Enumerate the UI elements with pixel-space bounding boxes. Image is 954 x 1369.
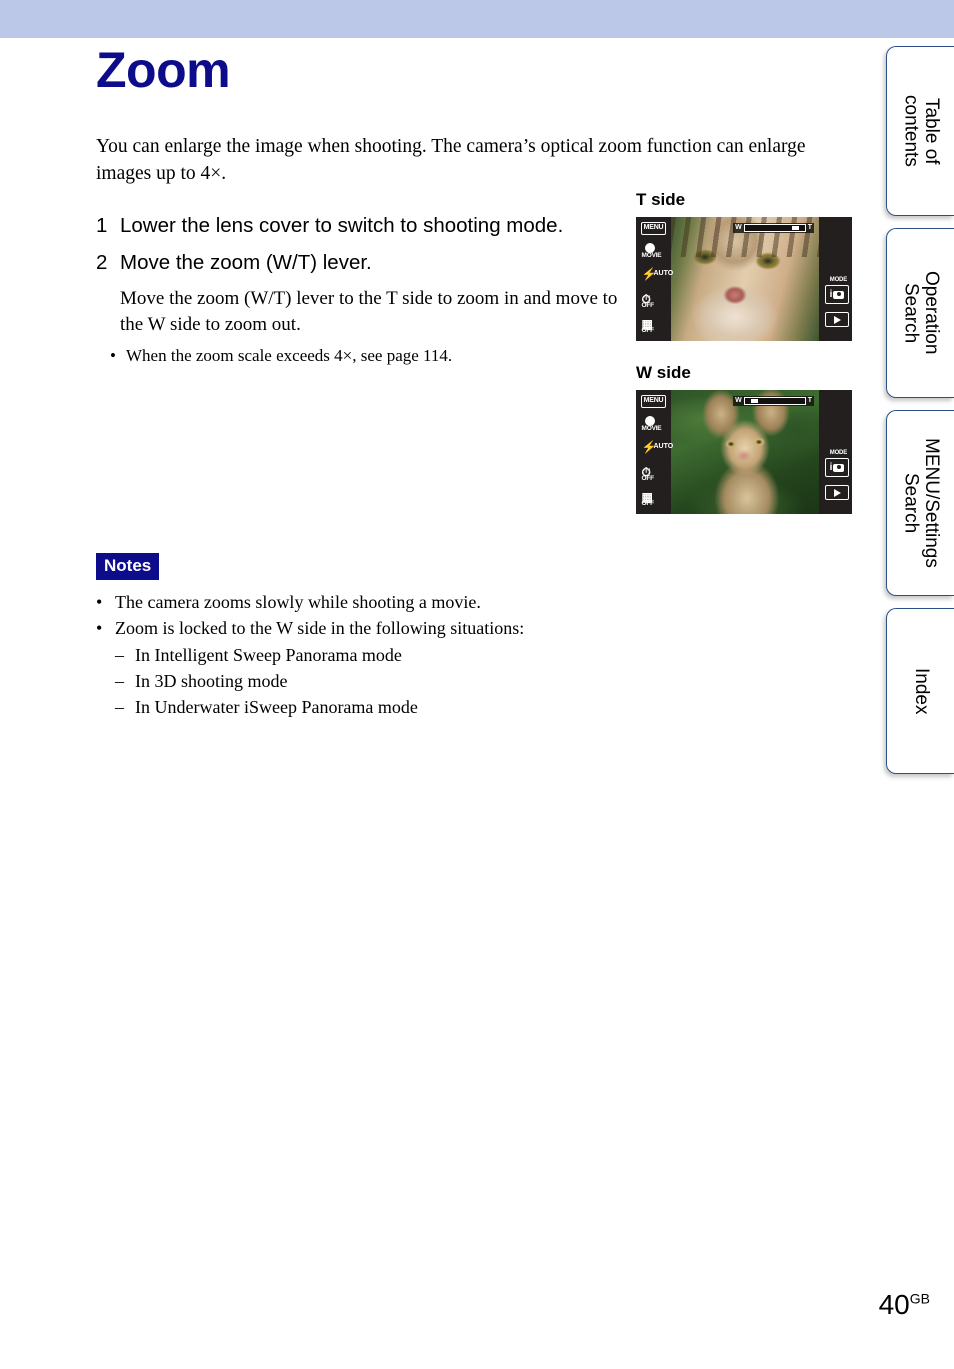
zoom-bar-w-label: W — [735, 397, 742, 404]
step-heading: Lower the lens cover to switch to shooti… — [120, 213, 564, 237]
flash-icon[interactable]: ⚡ AUTO — [639, 268, 674, 285]
zoom-bar-t-label: T — [807, 224, 812, 231]
camera-icon — [833, 290, 845, 299]
step-number: 2 — [96, 250, 108, 274]
menu-button[interactable]: MENU — [641, 222, 666, 235]
note-sub-item: – In Underwater iSweep Panorama mode — [115, 694, 716, 720]
page-number-value: 40 — [878, 1289, 910, 1320]
header-band — [0, 0, 954, 38]
playback-button[interactable] — [825, 485, 849, 500]
note-text: The camera zooms slowly while shooting a… — [115, 592, 481, 612]
screen-left-rail: MENU MOVIE ⚡ AUTO ⏱ OFF ▦ OFF — [636, 217, 674, 341]
mode-i-label: i — [829, 462, 833, 473]
step-heading: Move the zoom (W/T) lever. — [120, 250, 372, 274]
bullet-item: • When the zoom scale exceeds 4×, see pa… — [110, 344, 626, 368]
zoom-bar-knob[interactable] — [750, 399, 758, 403]
note-sub-item: – In 3D shooting mode — [115, 668, 716, 694]
page-number: 40GB — [879, 1289, 930, 1321]
note-sub-item: – In Intelligent Sweep Panorama mode — [115, 642, 716, 668]
screen-left-rail: MENU MOVIE ⚡ AUTO ⏱ OFF ▦ OFF — [636, 390, 674, 514]
camera-screen-t-side: MENU MOVIE ⚡ AUTO ⏱ OFF ▦ OFF W T MODE i — [636, 217, 852, 341]
camera-screen-w-side: MENU MOVIE ⚡ AUTO ⏱ OFF ▦ OFF W T MODE i — [636, 390, 852, 514]
note-sub-text: In 3D shooting mode — [135, 670, 288, 691]
note-sub-list: – In Intelligent Sweep Panorama mode – I… — [115, 642, 716, 721]
note-sub-text: In Underwater iSweep Panorama mode — [135, 697, 418, 718]
note-item: • Zoom is locked to the W side in the fo… — [96, 615, 716, 641]
intro-paragraph: You can enlarge the image when shooting.… — [96, 135, 806, 185]
dash-marker: – — [115, 697, 124, 718]
mode-button[interactable]: i — [825, 285, 849, 304]
burst-icon[interactable]: ▦ OFF — [639, 491, 669, 508]
play-triangle-icon — [833, 488, 841, 497]
flash-icon[interactable]: ⚡ AUTO — [639, 441, 674, 458]
zoom-bar-track[interactable] — [743, 397, 806, 405]
self-timer-label: OFF — [641, 302, 655, 309]
zoom-bar-t[interactable]: W T — [733, 223, 814, 233]
movie-icon[interactable]: MOVIE — [639, 416, 669, 433]
zoom-bar-track[interactable] — [743, 224, 806, 232]
play-triangle-icon — [833, 315, 841, 324]
figures-panel: T side MENU MOVIE ⚡ AUTO ⏱ OFF ▦ OFF W T… — [636, 190, 856, 514]
self-timer-icon[interactable]: ⏱ OFF — [639, 293, 669, 310]
menu-button[interactable]: MENU — [641, 395, 666, 408]
note-text: Zoom is locked to the W side in the foll… — [115, 618, 525, 639]
steps-list: 1 Lower the lens cover to switch to shoo… — [96, 214, 626, 368]
side-tab-rail: Table of contents Operation Search MENU/… — [886, 0, 954, 1369]
notes-section: Notes • The camera zooms slowly while sh… — [96, 553, 716, 720]
note-item: • The camera zooms slowly while shooting… — [96, 589, 716, 615]
self-timer-label: OFF — [641, 475, 655, 482]
photo-cat-closeup — [671, 217, 819, 341]
mode-label: MODE — [829, 277, 847, 283]
page-title: Zoom — [96, 42, 231, 98]
bullet-dot: • — [110, 346, 116, 366]
figure-label-t: T side — [636, 190, 686, 209]
bullet-dot: • — [96, 618, 103, 639]
step-body: Move the zoom (W/T) lever to the T side … — [120, 287, 618, 336]
burst-label: OFF — [641, 327, 655, 334]
tab-label: MENU/Settings Search — [900, 438, 943, 568]
sidebar-tab-table-of-contents[interactable]: Table of contents — [886, 46, 954, 216]
movie-icon-label: MOVIE — [641, 425, 662, 432]
page-number-suffix: GB — [909, 1290, 930, 1307]
step-1: 1 Lower the lens cover to switch to shoo… — [96, 214, 626, 238]
dash-marker: – — [115, 670, 124, 691]
tab-label: Operation Search — [900, 271, 943, 355]
tab-label: Table of contents — [900, 95, 943, 167]
notes-list: • The camera zooms slowly while shooting… — [96, 589, 716, 720]
mode-i-label: i — [829, 289, 833, 300]
self-timer-icon[interactable]: ⏱ OFF — [639, 466, 669, 483]
screen-right-rail: MODE i — [819, 217, 852, 341]
step-bullets: • When the zoom scale exceeds 4×, see pa… — [96, 344, 626, 368]
dash-marker: – — [115, 644, 124, 665]
burst-icon[interactable]: ▦ OFF — [639, 318, 669, 335]
burst-label: OFF — [641, 500, 655, 507]
movie-icon[interactable]: MOVIE — [639, 243, 669, 260]
camera-icon — [833, 463, 845, 472]
tab-label: Index — [910, 667, 932, 715]
playback-button[interactable] — [825, 312, 849, 327]
zoom-bar-t-label: T — [807, 397, 812, 404]
mode-button[interactable]: i — [825, 458, 849, 477]
sidebar-tab-operation-search[interactable]: Operation Search — [886, 228, 954, 398]
bullet-text: When the zoom scale exceeds 4×, see page… — [126, 346, 453, 366]
screen-right-rail: MODE i — [819, 390, 852, 514]
step-2: 2 Move the zoom (W/T) lever. Move the zo… — [96, 251, 626, 368]
sidebar-tab-menu-settings-search[interactable]: MENU/Settings Search — [886, 410, 954, 596]
photo-cat-wide — [671, 390, 819, 514]
bullet-dot: • — [96, 592, 103, 612]
mode-label: MODE — [829, 450, 847, 456]
zoom-bar-w[interactable]: W T — [733, 396, 814, 406]
figure-label-w: W side — [636, 363, 691, 382]
notes-badge: Notes — [96, 553, 160, 580]
movie-icon-label: MOVIE — [641, 252, 662, 259]
note-sub-text: In Intelligent Sweep Panorama mode — [135, 644, 402, 665]
flash-mode-label: AUTO — [653, 443, 674, 450]
zoom-bar-knob[interactable] — [791, 226, 799, 230]
flash-mode-label: AUTO — [653, 270, 674, 277]
zoom-bar-w-label: W — [735, 224, 742, 231]
sidebar-tab-index[interactable]: Index — [886, 608, 954, 774]
step-number: 1 — [96, 213, 108, 237]
